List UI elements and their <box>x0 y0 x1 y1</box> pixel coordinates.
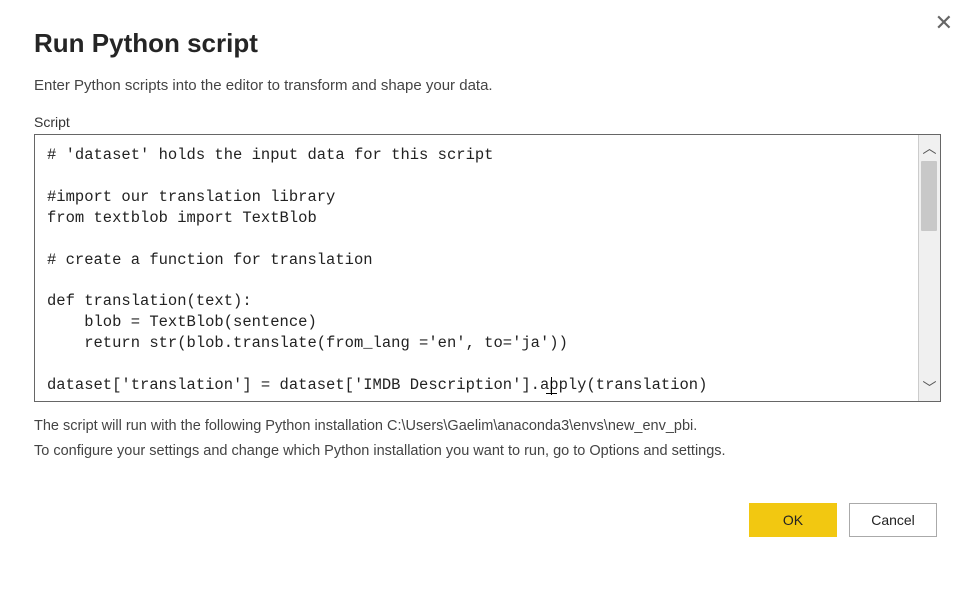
dialog-title: Run Python script <box>34 28 941 59</box>
ok-button[interactable]: OK <box>749 503 837 537</box>
script-editor[interactable] <box>35 135 918 401</box>
scroll-down-arrow-icon[interactable]: ﹀ <box>919 375 940 401</box>
python-script-dialog: ✕ Run Python script Enter Python scripts… <box>0 0 975 561</box>
scroll-up-arrow-icon[interactable]: ︿ <box>919 135 940 161</box>
settings-hint-text: To configure your settings and change wh… <box>34 439 941 464</box>
scroll-thumb[interactable] <box>921 161 937 231</box>
install-path-text: The script will run with the following P… <box>34 414 941 439</box>
script-field-label: Script <box>34 114 941 130</box>
close-icon[interactable]: ✕ <box>931 8 957 38</box>
cancel-button[interactable]: Cancel <box>849 503 937 537</box>
script-editor-container: ︿ ﹀ <box>34 134 941 402</box>
scrollbar[interactable]: ︿ ﹀ <box>918 135 940 401</box>
dialog-button-row: OK Cancel <box>34 503 941 537</box>
install-info: The script will run with the following P… <box>34 414 941 463</box>
dialog-subtitle: Enter Python scripts into the editor to … <box>34 77 941 94</box>
